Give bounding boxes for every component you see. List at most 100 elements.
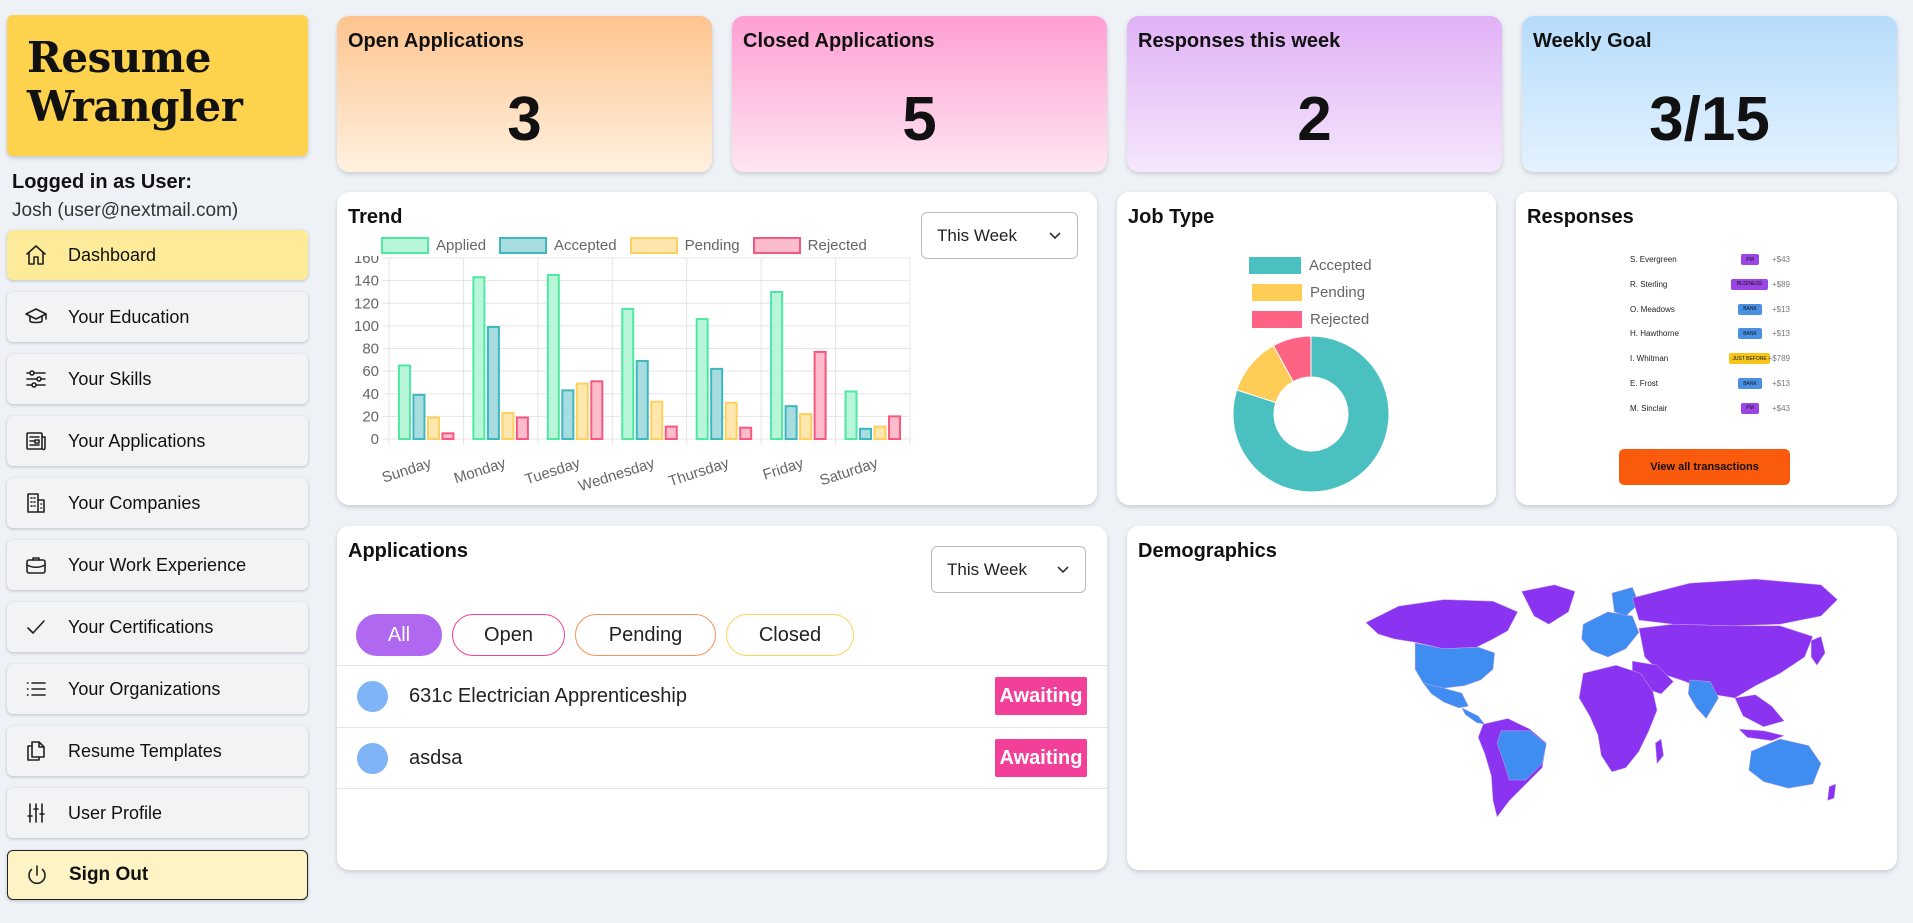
bar-applied-saturday[interactable] <box>844 390 858 441</box>
region-africa[interactable] <box>1578 664 1658 773</box>
stat-title: Closed Applications <box>743 30 935 52</box>
trend-period-select[interactable]: This Week <box>921 212 1078 259</box>
jobtype-chart <box>1232 335 1390 493</box>
y-tick-label: 100 <box>354 318 379 335</box>
response-row[interactable]: O. Meadows BANK +$13 <box>1630 303 1790 317</box>
list-icon <box>22 675 50 703</box>
bar-applied-monday[interactable] <box>472 276 486 441</box>
legend-item[interactable]: Rejected <box>752 237 867 254</box>
response-row[interactable]: H. Hawthorne BANK +$13 <box>1630 327 1790 341</box>
response-tag: JUST BEFORE <box>1729 353 1770 365</box>
response-row[interactable]: M. Sinclair PM +$43 <box>1630 402 1790 416</box>
response-row[interactable]: S. Evergreen PM +$43 <box>1630 253 1790 267</box>
response-tag: BUSINESS <box>1731 278 1768 290</box>
region-madagascar[interactable] <box>1655 738 1664 765</box>
response-name: E. Frost <box>1630 379 1659 388</box>
sidebar-item-your-work-experience[interactable]: Your Work Experience <box>7 540 308 590</box>
bar-rejected-monday[interactable] <box>515 416 529 441</box>
y-tick-label: 0 <box>371 431 379 448</box>
stat-value: 3 <box>507 85 542 154</box>
bar-pending-saturday[interactable] <box>873 425 887 440</box>
bar-applied-wednesday[interactable] <box>621 307 635 440</box>
filter-pending[interactable]: Pending <box>575 614 716 656</box>
bar-accepted-sunday[interactable] <box>412 393 426 441</box>
applications-title: Applications <box>348 540 469 562</box>
bar-accepted-friday[interactable] <box>784 405 798 441</box>
application-avatar <box>357 681 388 712</box>
region-europe[interactable] <box>1581 611 1640 658</box>
applications-period-select[interactable]: This Week <box>931 546 1086 593</box>
region-southeast-asia[interactable] <box>1734 694 1785 727</box>
x-tick-label: Monday <box>452 454 508 487</box>
bar-pending-sunday[interactable] <box>426 416 440 441</box>
filter-open[interactable]: Open <box>452 614 565 656</box>
bar-accepted-saturday[interactable] <box>859 427 873 441</box>
sidebar-item-label: Resume Templates <box>68 740 222 761</box>
sidebar-item-resume-templates[interactable]: Resume Templates <box>7 726 308 776</box>
bar-accepted-monday[interactable] <box>486 326 500 440</box>
sidebar-item-your-companies[interactable]: Your Companies <box>7 478 308 528</box>
trend-title: Trend <box>348 206 403 228</box>
region-indonesia[interactable] <box>1738 728 1785 741</box>
y-tick-label: 160 <box>354 256 379 267</box>
filter-closed[interactable]: Closed <box>726 614 854 656</box>
status-badge: Awaiting <box>995 677 1087 715</box>
bar-rejected-tuesday[interactable] <box>590 380 604 440</box>
sidebar-item-dashboard[interactable]: Dashboard <box>7 230 308 280</box>
sidebar-item-your-certifications[interactable]: Your Certifications <box>7 602 308 652</box>
legend-item[interactable]: Accepted <box>499 237 617 254</box>
bar-rejected-friday[interactable] <box>813 350 827 440</box>
region-central-america[interactable] <box>1461 707 1486 725</box>
bar-rejected-sunday[interactable] <box>441 432 455 440</box>
sidebar-item-your-education[interactable]: Your Education <box>7 292 308 342</box>
legend-label: Pending <box>684 237 740 254</box>
bar-pending-tuesday[interactable] <box>575 382 589 440</box>
application-row[interactable]: 631c Electrician Apprenticeship Awaiting <box>337 665 1107 727</box>
region-north-america[interactable] <box>1365 599 1518 650</box>
legend-item[interactable]: Pending <box>629 237 740 254</box>
region-australia[interactable] <box>1748 738 1822 789</box>
region-united-states[interactable] <box>1414 642 1495 689</box>
region-greenland[interactable] <box>1521 584 1576 625</box>
sidebar-item-your-applications[interactable]: Your Applications <box>7 416 308 466</box>
sidebar-item-label: Your Education <box>68 306 190 327</box>
demographics-card: Demographics <box>1127 526 1897 870</box>
region-russia[interactable] <box>1632 578 1838 627</box>
sidebar-item-your-skills[interactable]: Your Skills <box>7 354 308 404</box>
power-icon <box>23 861 51 889</box>
sidebar-item-user-profile[interactable]: User Profile <box>7 788 308 838</box>
bar-applied-friday[interactable] <box>770 290 784 440</box>
response-tag: BANK <box>1738 378 1762 389</box>
bar-applied-sunday[interactable] <box>397 364 411 440</box>
legend-item[interactable]: Applied <box>381 237 486 254</box>
view-all-transactions-button[interactable]: View all transactions <box>1619 449 1790 485</box>
response-row[interactable]: E. Frost BANK +$13 <box>1630 377 1790 391</box>
bar-rejected-saturday[interactable] <box>888 415 902 440</box>
x-tick-label: Thursday <box>666 454 731 490</box>
region-japan[interactable] <box>1810 636 1826 666</box>
sidebar-item-sign-out[interactable]: Sign Out <box>7 850 308 900</box>
bar-accepted-thursday[interactable] <box>710 367 724 440</box>
y-tick-label: 120 <box>354 295 379 312</box>
region-new-zealand[interactable] <box>1827 783 1837 801</box>
status-badge: Awaiting <box>995 739 1087 777</box>
bar-rejected-wednesday[interactable] <box>664 425 678 440</box>
bar-pending-friday[interactable] <box>799 413 813 441</box>
filter-all[interactable]: All <box>356 614 442 656</box>
bar-accepted-wednesday[interactable] <box>635 359 649 440</box>
trend-chart: 0 20 40 60 80 100 120 140 160 Sunday Monday Tuesday… <box>354 256 911 495</box>
graduation-cap-icon <box>22 303 50 331</box>
bar-rejected-thursday[interactable] <box>739 426 753 440</box>
bar-accepted-tuesday[interactable] <box>561 389 575 440</box>
bar-applied-tuesday[interactable] <box>546 273 560 440</box>
bar-pending-thursday[interactable] <box>724 401 738 441</box>
sidebar-item-label: Dashboard <box>68 244 157 265</box>
response-row[interactable]: I. Whitman JUST BEFORE +$789 <box>1630 352 1790 366</box>
bar-pending-wednesday[interactable] <box>650 400 664 440</box>
application-row[interactable]: asdsa Awaiting <box>337 727 1107 789</box>
sidebar-item-your-organizations[interactable]: Your Organizations <box>7 664 308 714</box>
bar-pending-monday[interactable] <box>501 411 515 440</box>
bar-applied-thursday[interactable] <box>695 318 709 440</box>
response-row[interactable]: R. Sterling BUSINESS +$89 <box>1630 278 1790 292</box>
response-name: H. Hawthorne <box>1630 329 1679 339</box>
